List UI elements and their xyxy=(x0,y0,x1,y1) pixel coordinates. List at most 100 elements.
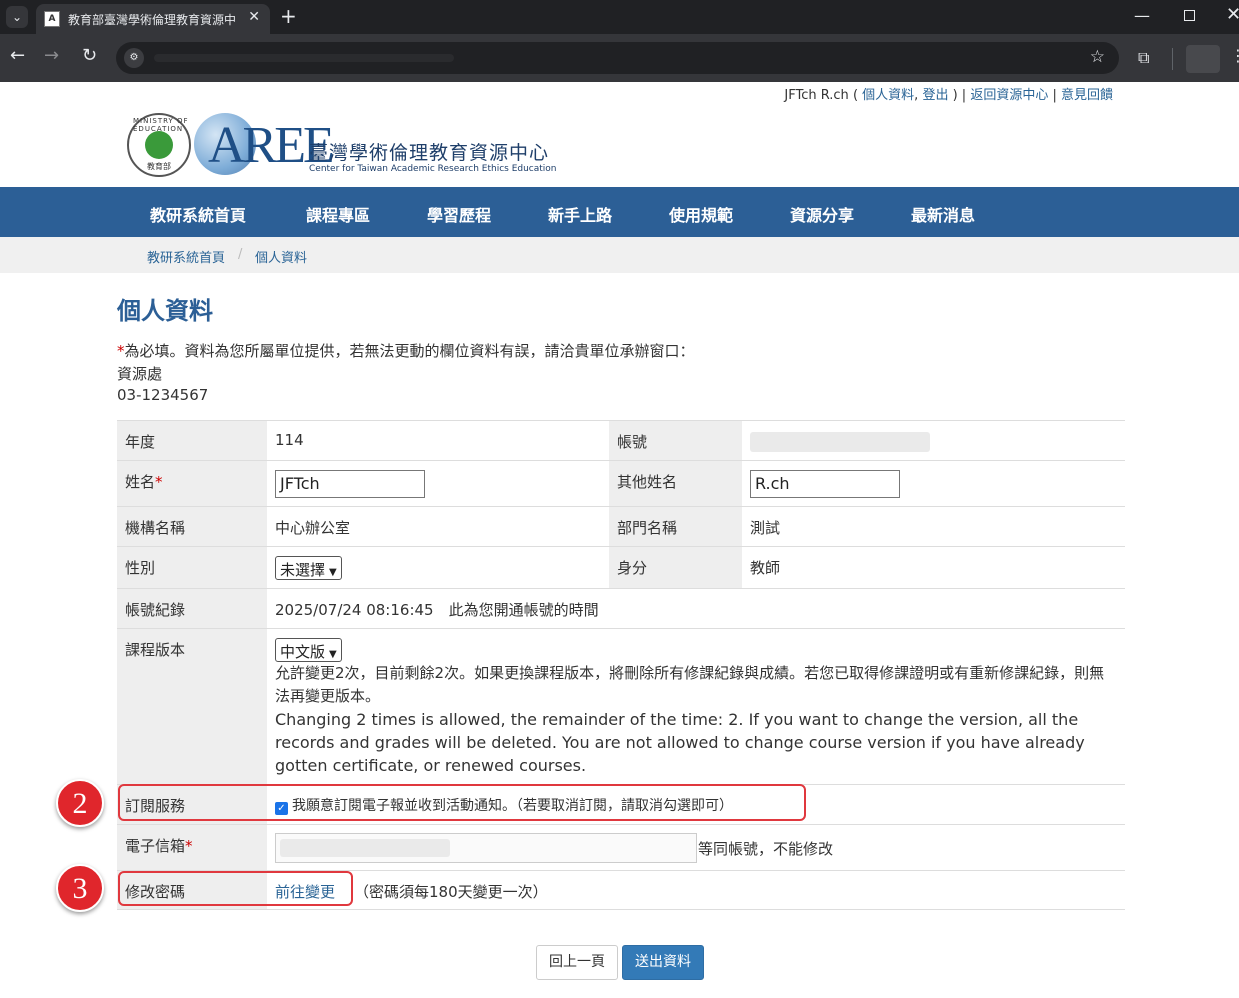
other-name-input[interactable]: R.ch xyxy=(750,470,900,498)
nav-item-rules[interactable]: 使用規範 xyxy=(669,202,733,226)
version-selected: 中文版 xyxy=(280,643,326,661)
nav-item-learning-history[interactable]: 學習歷程 xyxy=(427,202,491,226)
site-favicon-icon: A xyxy=(44,11,60,27)
version-note-zh: 允許變更2次，目前剩餘2次。如果更換課程版本，將刪除所有修課紀錄與成績。若您已取… xyxy=(275,664,1105,705)
page-title: 個人資料 xyxy=(117,297,213,325)
paren-open: ( xyxy=(848,88,863,103)
window-maximize-icon[interactable] xyxy=(1184,10,1195,21)
annotation-box-password xyxy=(118,871,353,906)
required-star: * xyxy=(117,342,125,360)
browser-menu-icon[interactable]: ⋮ xyxy=(1230,46,1239,65)
breadcrumb-separator: / xyxy=(238,247,243,262)
gender-label: 性別 xyxy=(117,547,267,588)
back-arrow-icon[interactable]: ← xyxy=(10,47,25,65)
form-row-record: 帳號紀錄 2025/07/24 08:16:45 此為您開通帳號的時間 xyxy=(117,588,1125,628)
reload-icon[interactable]: ↻ xyxy=(82,47,97,65)
nav-item-resources[interactable]: 資源分享 xyxy=(790,202,854,226)
site-info-icon[interactable]: ⚙ xyxy=(124,48,144,68)
paren-close: ) | xyxy=(948,88,971,103)
main-navigation: 教研系統首頁 課程專區 學習歷程 新手上路 使用規範 資源分享 最新消息 xyxy=(0,187,1239,237)
window-minimize-icon[interactable]: — xyxy=(1134,6,1150,25)
version-note-en: Changing 2 times is allowed, the remaind… xyxy=(275,710,1085,775)
tab-search-chevron-icon[interactable]: ⌄ xyxy=(6,6,28,28)
feedback-link[interactable]: 意見回饋 xyxy=(1061,88,1113,103)
back-button[interactable]: 回上一頁 xyxy=(536,945,618,980)
browser-toolbar: ← → ↻ ⚙ ☆ xyxy=(0,34,1239,82)
dept-label: 部門名稱 xyxy=(609,507,742,546)
email-note: 等同帳號，不能修改 xyxy=(698,840,834,858)
note-text: 為必填。資料為您所屬單位提供，若無法更動的欄位資料有誤，請洽貴單位承辦窗口： xyxy=(124,342,695,360)
seal-bottom-text: 教育部 xyxy=(147,162,171,171)
separator: | xyxy=(1048,88,1061,103)
browser-tab-bar: ⌄ A 教育部臺灣學術倫理教育資源中 ✕ + — ✕ xyxy=(0,0,1239,34)
version-select[interactable]: 中文版 ▼ xyxy=(275,638,342,662)
form-row-org: 機構名稱 中心辦公室 部門名稱 測試 xyxy=(117,506,1125,546)
password-note: （密碼須每180天變更一次） xyxy=(354,883,548,901)
window-close-icon[interactable]: ✕ xyxy=(1226,4,1239,25)
address-bar[interactable]: ⚙ ☆ xyxy=(116,42,1119,74)
version-label: 課程版本 xyxy=(117,629,267,784)
annotation-badge-3: 3 xyxy=(56,864,104,912)
org-value: 中心辦公室 xyxy=(275,519,351,537)
form-row-version: 課程版本 中文版 ▼ 允許變更2次，目前剩餘2次。如果更換課程版本，將刪除所有修課… xyxy=(117,628,1125,784)
form-row-name: 姓名* JFTch 其他姓名 R.ch xyxy=(117,460,1125,506)
center-name-en: Center for Taiwan Academic Research Ethi… xyxy=(309,164,557,174)
profile-link[interactable]: 個人資料 xyxy=(862,88,914,103)
year-value: 114 xyxy=(275,431,304,449)
tab-title: 教育部臺灣學術倫理教育資源中 xyxy=(68,13,237,27)
ministry-of-education-seal-icon: MINISTRY OF EDUCATION 教育部 xyxy=(127,113,191,177)
required-star: * xyxy=(155,473,163,491)
profile-avatar[interactable] xyxy=(1186,45,1220,73)
name-label: 姓名* xyxy=(117,461,267,506)
record-value: 2025/07/24 08:16:45 此為您開通帳號的時間 xyxy=(275,601,599,619)
annotation-badge-2: 2 xyxy=(56,779,104,827)
back-to-center-link[interactable]: 返回資源中心 xyxy=(970,88,1048,103)
nav-item-home[interactable]: 教研系統首頁 xyxy=(150,202,246,226)
contact-phone: 03-1234567 xyxy=(117,386,209,404)
annotation-box-subscribe xyxy=(118,784,806,821)
email-value-redacted xyxy=(280,839,450,857)
email-label: 電子信箱* xyxy=(117,825,267,870)
nav-item-news[interactable]: 最新消息 xyxy=(911,202,975,226)
required-note: *為必填。資料為您所屬單位提供，若無法更動的欄位資料有誤，請洽貴單位承辦窗口： xyxy=(117,340,695,361)
seal-center xyxy=(145,131,173,159)
contact-unit: 資源處 xyxy=(117,365,163,383)
tab-close-icon[interactable]: ✕ xyxy=(248,9,260,25)
identity-value: 教師 xyxy=(750,559,781,577)
forward-arrow-icon[interactable]: → xyxy=(44,47,59,65)
submit-button[interactable]: 送出資料 xyxy=(622,945,704,980)
email-label-text: 電子信箱 xyxy=(125,837,186,855)
year-label: 年度 xyxy=(117,421,267,460)
breadcrumb-home[interactable]: 教研系統首頁 xyxy=(147,247,225,266)
center-name-zh: 臺灣學術倫理教育資源中心 xyxy=(309,142,550,164)
user-name: JFTch R.ch xyxy=(784,88,849,103)
chevron-down-icon: ▼ xyxy=(329,567,337,578)
nav-item-getting-started[interactable]: 新手上路 xyxy=(548,202,612,226)
logout-link[interactable]: 登出 xyxy=(922,88,948,103)
account-label: 帳號 xyxy=(609,421,742,460)
form-row-email: 電子信箱* 等同帳號，不能修改 xyxy=(117,824,1125,870)
name-input[interactable]: JFTch xyxy=(275,470,425,498)
form-row-year: 年度 114 帳號 xyxy=(117,420,1125,460)
browser-tab-active[interactable]: A 教育部臺灣學術倫理教育資源中 ✕ xyxy=(36,4,270,34)
identity-label: 身分 xyxy=(609,547,742,588)
email-field xyxy=(275,833,697,863)
extensions-puzzle-icon[interactable]: ⧉ xyxy=(1138,48,1149,68)
new-tab-plus-icon[interactable]: + xyxy=(280,4,297,28)
dept-value: 測試 xyxy=(750,519,781,537)
bookmark-star-icon[interactable]: ☆ xyxy=(1090,47,1105,67)
form-row-gender: 性別 未選擇 ▼ 身分 教師 xyxy=(117,546,1125,588)
chevron-down-icon: ▼ xyxy=(329,649,337,660)
toolbar-separator xyxy=(1172,48,1173,70)
account-value-redacted xyxy=(750,432,930,452)
gender-select[interactable]: 未選擇 ▼ xyxy=(275,556,342,580)
other-name-label: 其他姓名 xyxy=(609,461,742,506)
url-redacted xyxy=(154,54,454,62)
breadcrumb-current[interactable]: 個人資料 xyxy=(255,247,307,266)
required-star: * xyxy=(185,837,193,855)
nav-item-courses[interactable]: 課程專區 xyxy=(306,202,370,226)
org-label: 機構名稱 xyxy=(117,507,267,546)
name-label-text: 姓名 xyxy=(125,473,156,491)
user-links: JFTch R.ch ( 個人資料, 登出 ) | 返回資源中心 | 意見回饋 xyxy=(784,84,1113,103)
gender-selected: 未選擇 xyxy=(280,561,326,579)
